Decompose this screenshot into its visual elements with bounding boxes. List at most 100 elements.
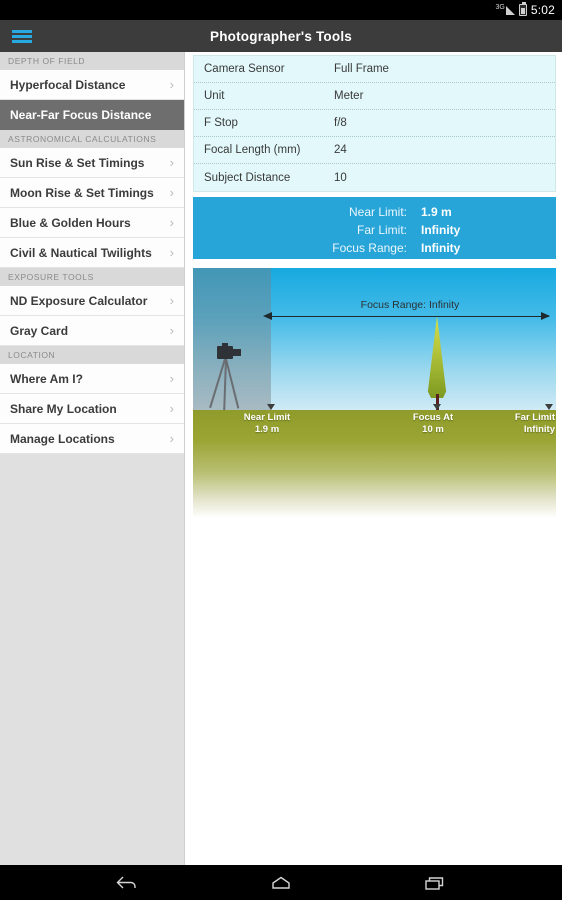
result-value: Infinity — [421, 223, 461, 237]
app-bar: Photographer's Tools — [0, 20, 562, 52]
focus-at-title: Focus At — [412, 412, 454, 423]
near-limit-marker-icon — [267, 404, 275, 410]
hamburger-bar — [12, 39, 32, 43]
far-limit-marker-icon — [545, 404, 553, 410]
chevron-right-icon: › — [169, 323, 174, 338]
sidebar-item-near-far-focus-distance[interactable]: Near-Far Focus Distance› — [0, 100, 184, 130]
result-label: Focus Range: — [332, 241, 407, 255]
near-limit-annotation: Near Limit 1.9 m — [227, 412, 307, 436]
sidebar-item-manage-locations[interactable]: Manage Locations › — [0, 424, 184, 454]
camera-tripod-icon — [209, 343, 245, 410]
sidebar-section-header: ASTRONOMICAL CALCULATIONS — [0, 130, 184, 148]
sidebar-item-blue-golden-hours[interactable]: Blue & Golden Hours › — [0, 208, 184, 238]
content-area: DEPTH OF FIELD Hyperfocal Distance › Near-F… — [0, 52, 562, 865]
chevron-right-icon: › — [169, 401, 174, 416]
range-arrow-line — [271, 316, 549, 317]
battery-icon — [518, 2, 527, 16]
sidebar-item-sun-rise-set-timings[interactable]: Sun Rise & Set Timings › — [0, 148, 184, 178]
chevron-right-icon: › — [169, 155, 174, 170]
sidebar-item-label: Moon Rise & Set Timings — [10, 185, 154, 200]
far-limit-value: Infinity — [523, 424, 555, 435]
range-arrow-right-head — [541, 312, 550, 320]
navigation-drawer[interactable]: DEPTH OF FIELD Hyperfocal Distance › Near-F… — [0, 52, 185, 865]
chevron-right-icon: › — [169, 431, 174, 446]
sidebar-item-label: Manage Locations — [10, 431, 115, 446]
tree-icon — [425, 316, 449, 410]
sidebar-item-moon-rise-set-timings[interactable]: Moon Rise & Set Timings › — [0, 178, 184, 208]
signal-3g-icon: 3G — [495, 3, 515, 15]
form-field-value[interactable]: f/8 — [334, 117, 347, 129]
app-root: 3G 5:02 Photographer's Tools DEPTH OF FI… — [0, 0, 562, 900]
hamburger-bar — [12, 29, 32, 33]
sidebar-item-civil-nautical-twilights[interactable]: Civil & Nautical Twilights › — [0, 238, 184, 268]
form-row[interactable]: Subject Distance 10 — [194, 164, 555, 191]
camera-lens — [233, 349, 241, 356]
recents-icon[interactable] — [414, 868, 456, 898]
chevron-right-icon: › — [169, 77, 174, 92]
focus-at-value: 10 m — [422, 424, 444, 435]
status-bar: 3G 5:02 — [0, 0, 562, 20]
camera-body — [217, 346, 233, 359]
sidebar-item-label: Where Am I? — [10, 371, 83, 386]
sidebar-section-header: DEPTH OF FIELD — [0, 52, 184, 70]
form-field-value[interactable]: Meter — [334, 90, 363, 102]
result-label: Near Limit: — [348, 205, 407, 219]
tripod-leg — [223, 358, 227, 410]
sidebar-section-header: LOCATION — [0, 346, 184, 364]
result-value: 1.9 m — [421, 205, 452, 219]
hamburger-menu-icon[interactable] — [0, 20, 44, 52]
sidebar-item-label: Sun Rise & Set Timings — [10, 155, 145, 170]
sidebar-item-label: ND Exposure Calculator — [10, 293, 148, 308]
form-field-label: Unit — [204, 90, 225, 102]
hamburger-bar — [12, 34, 32, 38]
network-type-label: 3G — [495, 3, 505, 11]
tripod-leg — [225, 358, 239, 409]
sidebar-section-header: EXPOSURE TOOLS — [0, 268, 184, 286]
result-value: Infinity — [421, 241, 461, 255]
near-limit-title: Near Limit — [243, 412, 291, 423]
form-field-value[interactable]: 24 — [334, 144, 347, 156]
chevron-right-icon: › — [169, 293, 174, 308]
form-field-label: Camera Sensor — [204, 63, 285, 75]
form-row[interactable]: F Stop f/8 — [194, 110, 555, 137]
form-field-label: Subject Distance — [204, 171, 291, 184]
form-field-value[interactable]: 10 — [334, 172, 347, 184]
focus-point-marker-icon — [433, 404, 441, 410]
dof-diagram: Focus Range: Infinity Near Limit 1.9 m F… — [193, 268, 556, 518]
result-row: Far Limit: Infinity — [193, 221, 556, 239]
focus-range-label: Focus Range: Infinity — [360, 299, 460, 311]
chevron-right-icon: › — [169, 371, 174, 386]
form-row[interactable]: Focal Length (mm) 24 — [194, 137, 555, 164]
form-row[interactable]: Unit Meter — [194, 83, 555, 110]
signal-bars-icon — [505, 5, 515, 15]
form-row[interactable]: Camera Sensor Full Frame — [194, 56, 555, 83]
result-row: Near Limit: 1.9 m — [193, 203, 556, 221]
sidebar-item-share-my-location[interactable]: Share My Location › — [0, 394, 184, 424]
sidebar-item-label: Hyperfocal Distance — [10, 77, 126, 92]
form-field-label: F Stop — [204, 117, 238, 129]
chevron-right-icon: › — [169, 245, 174, 260]
far-limit-annotation: Far Limit Infinity — [489, 412, 555, 436]
form-field-value[interactable]: Full Frame — [334, 63, 389, 75]
sidebar-item-gray-card[interactable]: Gray Card › — [0, 316, 184, 346]
sidebar-item-label: Share My Location — [10, 401, 117, 416]
page-title: Photographer's Tools — [210, 28, 352, 44]
sidebar-item-label: Civil & Nautical Twilights — [10, 245, 152, 260]
input-form-card[interactable]: Camera Sensor Full Frame Unit Meter F Stop f/… — [193, 55, 556, 192]
result-label: Far Limit: — [356, 223, 407, 237]
sidebar-item-label: Near-Far Focus Distance — [10, 107, 152, 122]
results-panel: Near Limit: 1.9 m Far Limit: Infinity Focus … — [193, 197, 556, 259]
sidebar-item-nd-exposure-calculator[interactable]: ND Exposure Calculator › — [0, 286, 184, 316]
sidebar-item-where-am-i[interactable]: Where Am I? › — [0, 364, 184, 394]
home-icon[interactable] — [260, 868, 302, 898]
tree-canopy — [427, 316, 447, 398]
system-navigation-bar — [0, 865, 562, 900]
back-icon[interactable] — [106, 868, 148, 898]
main-panel: Camera Sensor Full Frame Unit Meter F Stop f/… — [185, 52, 562, 865]
chevron-right-icon: › — [169, 215, 174, 230]
sidebar-item-label: Blue & Golden Hours — [10, 215, 131, 230]
focus-at-annotation: Focus At 10 m — [393, 412, 473, 436]
sidebar-item-hyperfocal-distance[interactable]: Hyperfocal Distance › — [0, 70, 184, 100]
result-row: Focus Range: Infinity — [193, 239, 556, 257]
far-limit-title: Far Limit — [514, 412, 555, 423]
